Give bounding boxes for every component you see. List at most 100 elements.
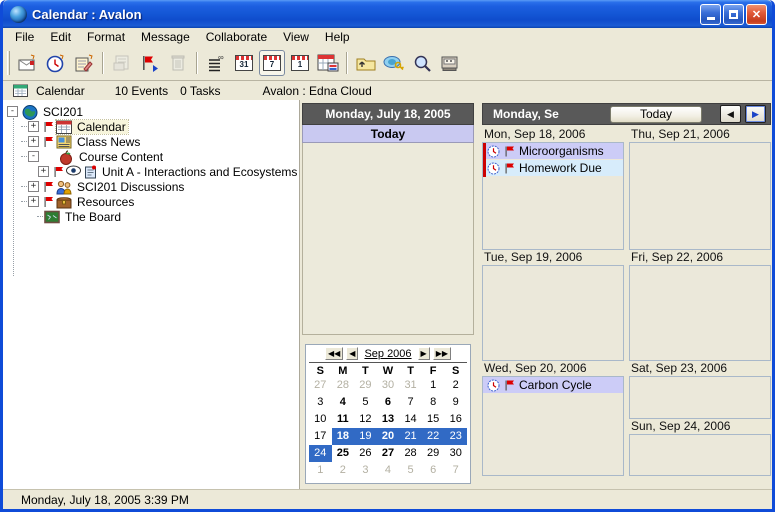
tree-item-resources[interactable]: + Resources — [21, 194, 299, 209]
previous-week-button[interactable]: ◀ — [720, 105, 741, 123]
mini-calendar-day[interactable]: 2 — [444, 377, 467, 394]
expand-icon[interactable]: + — [28, 136, 39, 147]
tree-item-discussions[interactable]: + SCI201 Discussions — [21, 179, 299, 194]
mini-calendar-day[interactable]: 3 — [309, 394, 332, 411]
day-cell-tue[interactable] — [482, 265, 624, 361]
mini-calendar-day[interactable]: 29 — [354, 377, 377, 394]
mini-calendar-day[interactable]: 30 — [377, 377, 400, 394]
close-button[interactable]: ✕ — [746, 4, 767, 25]
mini-calendar-day[interactable]: 16 — [444, 411, 467, 428]
menu-collaborate[interactable]: Collaborate — [198, 29, 275, 45]
minimize-button[interactable] — [700, 4, 721, 25]
prev-month-button[interactable]: ◀ — [346, 347, 358, 360]
mini-calendar-day[interactable]: 2 — [332, 462, 355, 479]
mini-calendar-day[interactable]: 7 — [399, 394, 422, 411]
expand-icon[interactable]: + — [38, 166, 49, 177]
tree-item-label[interactable]: SCI201 — [41, 105, 85, 119]
today-button[interactable]: Today — [610, 106, 702, 123]
maximize-button[interactable] — [723, 4, 744, 25]
mini-calendar-day[interactable]: 21 — [399, 428, 422, 445]
day-cell-mon[interactable]: Microorganisms Homework Due — [482, 142, 624, 250]
mini-calendar-day[interactable]: 22 — [422, 428, 445, 445]
mini-calendar-day[interactable]: 18 — [332, 428, 355, 445]
next-month-button[interactable]: ▶ — [418, 347, 430, 360]
mini-calendar-day[interactable]: 6 — [422, 462, 445, 479]
week-view-icon[interactable]: 7 — [259, 50, 285, 76]
menu-edit[interactable]: Edit — [42, 29, 79, 45]
mini-calendar-day[interactable]: 3 — [354, 462, 377, 479]
tree-item-label[interactable]: Resources — [75, 195, 136, 209]
tree-item-course-content[interactable]: - Course Content — [21, 149, 299, 164]
collapse-icon[interactable]: - — [7, 106, 18, 117]
event-item[interactable]: Microorganisms — [483, 143, 623, 159]
mini-calendar-day[interactable]: 11 — [332, 411, 355, 428]
print-icon[interactable] — [437, 50, 463, 76]
mini-calendar-day[interactable]: 17 — [309, 428, 332, 445]
mini-calendar-day[interactable]: 28 — [399, 445, 422, 462]
day-cell-fri[interactable] — [629, 265, 771, 361]
day-cell-wed[interactable]: Carbon Cycle — [482, 376, 624, 476]
mini-calendar-day[interactable]: 7 — [444, 462, 467, 479]
mini-calendar-day[interactable]: 14 — [399, 411, 422, 428]
mini-calendar-day[interactable]: 5 — [399, 462, 422, 479]
day-cell-sun[interactable] — [629, 434, 771, 476]
mini-calendar-day[interactable]: 23 — [444, 428, 467, 445]
tree-item-the-board[interactable]: The Board — [37, 209, 299, 224]
mini-calendar-day[interactable]: 24 — [309, 445, 332, 462]
expand-icon[interactable]: + — [28, 121, 39, 132]
tree-item-label[interactable]: SCI201 Discussions — [75, 180, 186, 194]
tree-item-calendar[interactable]: + Calendar — [21, 119, 299, 134]
tree-item-label[interactable]: Unit A - Interactions and Ecosystems — [100, 165, 299, 179]
flag-next-icon[interactable] — [137, 50, 163, 76]
mini-calendar-day[interactable]: 20 — [377, 428, 400, 445]
list-view-icon[interactable]: ∞ — [203, 50, 229, 76]
mini-calendar-day[interactable]: 25 — [332, 445, 355, 462]
menu-view[interactable]: View — [275, 29, 317, 45]
mini-calendar-day[interactable]: 4 — [377, 462, 400, 479]
day-view-icon[interactable]: 1 — [287, 50, 313, 76]
mini-calendar-day[interactable]: 26 — [354, 445, 377, 462]
month-label[interactable]: Sep 2006 — [361, 348, 414, 360]
expand-icon[interactable]: + — [28, 196, 39, 207]
menu-message[interactable]: Message — [133, 29, 198, 45]
mini-calendar-day[interactable]: 5 — [354, 394, 377, 411]
menu-help[interactable]: Help — [317, 29, 358, 45]
mini-calendar-day[interactable]: 29 — [422, 445, 445, 462]
tree-item-class-news[interactable]: + Class News — [21, 134, 299, 149]
mini-calendar-day[interactable]: 15 — [422, 411, 445, 428]
mini-calendar-day[interactable]: 27 — [377, 445, 400, 462]
parent-folder-icon[interactable] — [353, 50, 379, 76]
tree-item-label[interactable]: Course Content — [77, 150, 165, 164]
event-item[interactable]: Carbon Cycle — [483, 377, 623, 393]
month-view-icon[interactable]: 31 — [231, 50, 257, 76]
today-row[interactable]: Today — [302, 125, 474, 143]
mini-calendar-day[interactable]: 8 — [422, 394, 445, 411]
tree-item-unit-a[interactable]: + Unit A - Interactions and Ecosystems — [37, 164, 299, 179]
mini-calendar-day[interactable]: 31 — [399, 377, 422, 394]
mini-calendar-day[interactable]: 4 — [332, 394, 355, 411]
day-cell-sat[interactable] — [629, 376, 771, 419]
mini-calendar-day[interactable]: 9 — [444, 394, 467, 411]
mini-calendar-day[interactable]: 28 — [332, 377, 355, 394]
mini-calendar-day[interactable]: 6 — [377, 394, 400, 411]
mini-calendar-day[interactable]: 1 — [309, 462, 332, 479]
tree-item-label[interactable]: Class News — [75, 135, 142, 149]
mini-calendar-day[interactable]: 12 — [354, 411, 377, 428]
mini-calendar-day[interactable]: 13 — [377, 411, 400, 428]
event-item[interactable]: Homework Due — [483, 160, 623, 176]
tree-item-label[interactable]: The Board — [63, 210, 123, 224]
collapse-icon[interactable]: - — [28, 151, 39, 162]
permissions-icon[interactable] — [381, 50, 407, 76]
search-icon[interactable] — [409, 50, 435, 76]
expand-icon[interactable]: + — [28, 181, 39, 192]
next-week-button[interactable]: ▶ — [745, 105, 766, 123]
mini-calendar-day[interactable]: 19 — [354, 428, 377, 445]
day-cell-thu[interactable] — [629, 142, 771, 250]
prev-year-button[interactable]: ◀◀ — [325, 347, 343, 360]
new-event-icon[interactable] — [15, 50, 41, 76]
mini-calendar-day[interactable]: 30 — [444, 445, 467, 462]
mini-calendar-day[interactable]: 1 — [422, 377, 445, 394]
tree-item-label[interactable]: Calendar — [75, 120, 128, 134]
menu-file[interactable]: File — [7, 29, 42, 45]
mini-calendar-day[interactable]: 10 — [309, 411, 332, 428]
